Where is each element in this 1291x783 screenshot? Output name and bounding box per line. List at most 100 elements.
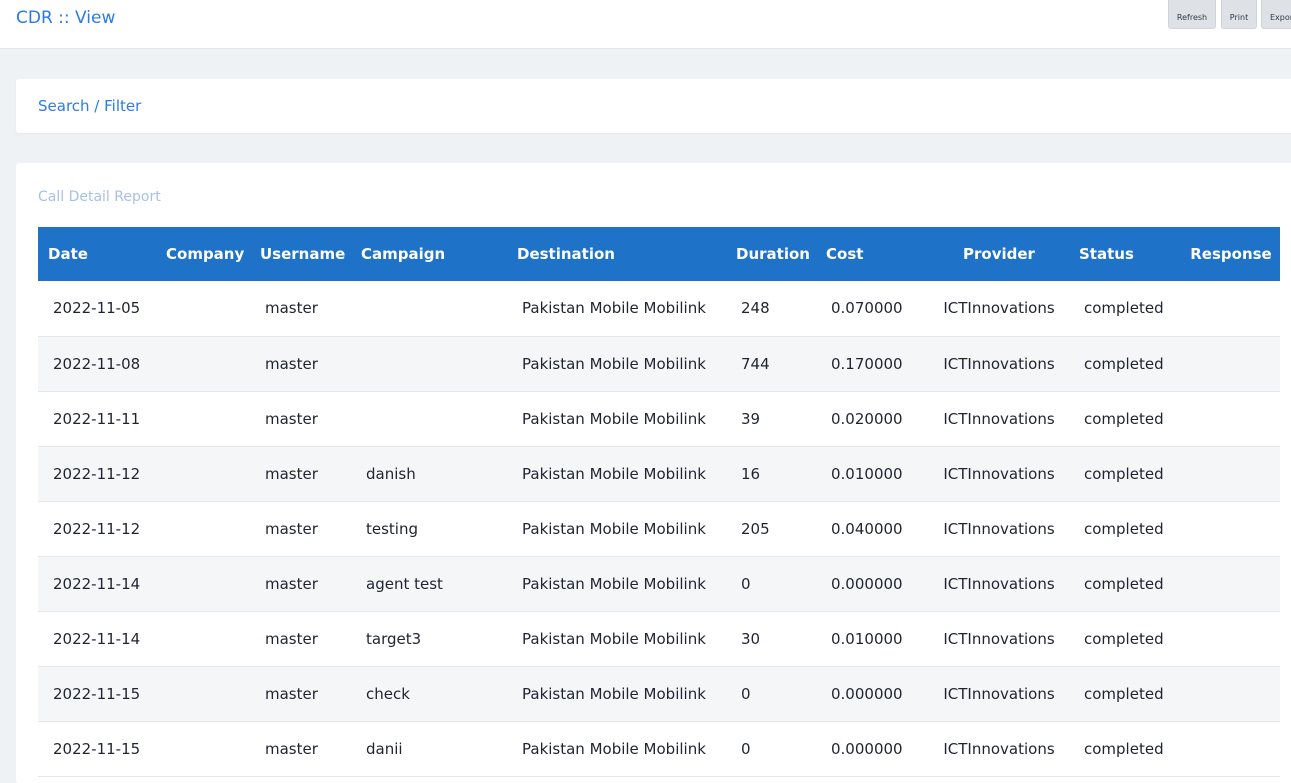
cell-username: master <box>250 391 351 447</box>
cell-cost: 0.000000 <box>816 721 929 777</box>
refresh-button[interactable]: Refresh <box>1168 0 1216 29</box>
cell-destination: Pakistan Mobile Mobilink <box>507 721 726 777</box>
cell-date: 2022-11-12 <box>38 446 156 502</box>
cell-company <box>156 556 250 612</box>
cell-response <box>1182 721 1280 777</box>
table-row: 2022-11-12 master testing Pakistan Mobil… <box>38 501 1280 557</box>
table-header-row: Date Company Username Campaign Destinati… <box>38 227 1280 281</box>
cell-response <box>1182 281 1280 337</box>
cell-cost: 0.020000 <box>816 391 929 447</box>
cell-duration: 0 <box>726 721 816 777</box>
cell-company <box>156 336 250 392</box>
cell-username: master <box>250 281 351 337</box>
cell-cost: 0.170000 <box>816 336 929 392</box>
cell-campaign: agent test <box>351 556 507 612</box>
cell-response <box>1182 666 1280 722</box>
cell-username: master <box>250 501 351 557</box>
table-row: 2022-11-11 master Pakistan Mobile Mobili… <box>38 391 1280 447</box>
cell-date: 2022-11-08 <box>38 336 156 392</box>
column-header-date[interactable]: Date <box>38 227 156 281</box>
cell-duration: 16 <box>726 446 816 502</box>
cell-cost: 0.070000 <box>816 281 929 337</box>
cell-response <box>1182 336 1280 392</box>
cell-company <box>156 446 250 502</box>
column-header-campaign[interactable]: Campaign <box>351 227 507 281</box>
table-row: 2022-11-14 master target3 Pakistan Mobil… <box>38 611 1280 667</box>
cell-company <box>156 391 250 447</box>
cell-username: master <box>250 446 351 502</box>
cell-cost: 0.040000 <box>816 501 929 557</box>
cell-status: completed <box>1069 556 1182 612</box>
cell-company <box>156 611 250 667</box>
print-button[interactable]: Print <box>1221 0 1257 29</box>
export-button[interactable]: Export <box>1261 0 1291 29</box>
column-header-destination[interactable]: Destination <box>507 227 726 281</box>
cell-status: completed <box>1069 611 1182 667</box>
cell-date: 2022-11-15 <box>38 666 156 722</box>
cdr-table: Date Company Username Campaign Destinati… <box>38 227 1280 777</box>
cell-company <box>156 721 250 777</box>
cell-cost: 0.010000 <box>816 611 929 667</box>
column-header-response[interactable]: Response <box>1182 227 1280 281</box>
cell-duration: 30 <box>726 611 816 667</box>
cell-destination: Pakistan Mobile Mobilink <box>507 446 726 502</box>
cell-status: completed <box>1069 446 1182 502</box>
table-row: 2022-11-15 master danii Pakistan Mobile … <box>38 721 1280 777</box>
cell-company <box>156 281 250 337</box>
cell-company <box>156 666 250 722</box>
cell-response <box>1182 446 1280 502</box>
cell-destination: Pakistan Mobile Mobilink <box>507 281 726 337</box>
cell-duration: 248 <box>726 281 816 337</box>
cell-destination: Pakistan Mobile Mobilink <box>507 391 726 447</box>
cell-destination: Pakistan Mobile Mobilink <box>507 611 726 667</box>
cell-duration: 0 <box>726 556 816 612</box>
cell-date: 2022-11-05 <box>38 281 156 337</box>
cell-campaign <box>351 281 507 337</box>
cell-company <box>156 501 250 557</box>
cell-username: master <box>250 666 351 722</box>
cell-campaign <box>351 336 507 392</box>
cell-provider: ICTInnovations <box>929 611 1069 667</box>
cell-response <box>1182 501 1280 557</box>
page-title: CDR :: View <box>16 8 116 28</box>
cell-destination: Pakistan Mobile Mobilink <box>507 336 726 392</box>
cell-username: master <box>250 721 351 777</box>
cell-date: 2022-11-12 <box>38 501 156 557</box>
report-title: Call Detail Report <box>38 189 161 205</box>
cell-duration: 744 <box>726 336 816 392</box>
search-filter-toggle[interactable]: Search / Filter <box>38 96 141 116</box>
cell-provider: ICTInnovations <box>929 501 1069 557</box>
cell-provider: ICTInnovations <box>929 721 1069 777</box>
cell-date: 2022-11-14 <box>38 556 156 612</box>
cell-status: completed <box>1069 501 1182 557</box>
cell-username: master <box>250 556 351 612</box>
cell-status: completed <box>1069 336 1182 392</box>
cell-provider: ICTInnovations <box>929 666 1069 722</box>
cell-status: completed <box>1069 721 1182 777</box>
cell-duration: 0 <box>726 666 816 722</box>
cell-date: 2022-11-15 <box>38 721 156 777</box>
cell-provider: ICTInnovations <box>929 336 1069 392</box>
cell-response <box>1182 611 1280 667</box>
table-row: 2022-11-12 master danish Pakistan Mobile… <box>38 446 1280 502</box>
cell-destination: Pakistan Mobile Mobilink <box>507 556 726 612</box>
column-header-status[interactable]: Status <box>1069 227 1182 281</box>
cell-campaign: danish <box>351 446 507 502</box>
cell-status: completed <box>1069 391 1182 447</box>
cell-campaign: danii <box>351 721 507 777</box>
cell-response <box>1182 391 1280 447</box>
cell-username: master <box>250 611 351 667</box>
cell-date: 2022-11-14 <box>38 611 156 667</box>
cell-cost: 0.000000 <box>816 556 929 612</box>
column-header-cost[interactable]: Cost <box>816 227 929 281</box>
cell-campaign <box>351 391 507 447</box>
cell-campaign: testing <box>351 501 507 557</box>
column-header-username[interactable]: Username <box>250 227 351 281</box>
column-header-company[interactable]: Company <box>156 227 250 281</box>
cell-provider: ICTInnovations <box>929 281 1069 337</box>
cell-status: completed <box>1069 281 1182 337</box>
cell-username: master <box>250 336 351 392</box>
column-header-duration[interactable]: Duration <box>726 227 816 281</box>
search-filter-panel: Search / Filter <box>16 79 1291 133</box>
column-header-provider[interactable]: Provider <box>929 227 1069 281</box>
